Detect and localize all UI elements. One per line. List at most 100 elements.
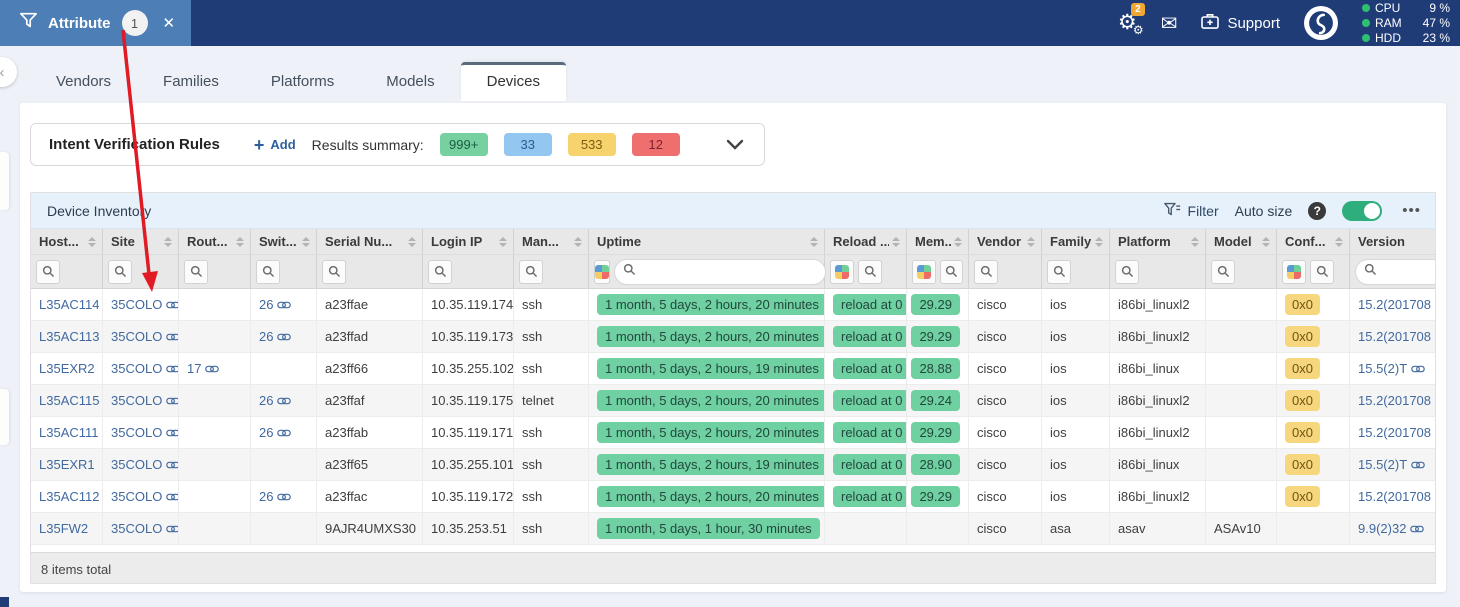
link-icon[interactable] [166,364,179,374]
host-filter-search-button[interactable] [36,260,60,284]
link-icon[interactable] [166,524,179,534]
filter-button[interactable]: Filter [1164,202,1219,220]
site-cell[interactable]: 35COLO [103,481,179,512]
sort-icon[interactable] [236,237,244,247]
host-cell[interactable]: L35AC111 [31,417,103,448]
family-filter-search-button[interactable] [1047,260,1071,284]
column-header-login-ip[interactable]: Login IP [423,229,514,254]
version-cell[interactable]: 15.2(201708 [1350,385,1436,416]
column-header-routing[interactable]: Rout... [179,229,251,254]
user-avatar[interactable] [1304,6,1338,40]
switching-cell[interactable]: 26 [251,417,317,448]
cell-link[interactable]: 26 [259,425,273,440]
host-cell[interactable]: L35AC113 [31,321,103,352]
column-header-memory[interactable]: Mem... [907,229,969,254]
cell-link[interactable]: 15.2(201708 [1358,329,1431,344]
summary-badge[interactable]: 533 [568,133,616,156]
cell-link[interactable]: 26 [259,329,273,344]
column-header-switching[interactable]: Swit... [251,229,317,254]
vendor-filter-search-button[interactable] [974,260,998,284]
chevron-down-icon[interactable] [726,139,744,150]
host-cell[interactable]: L35EXR1 [31,449,103,480]
switching-cell[interactable]: 26 [251,481,317,512]
site-filter-search-button[interactable] [108,260,132,284]
cell-link[interactable]: 26 [259,489,273,504]
config-filter-search-button[interactable] [1310,260,1334,284]
platform-filter-search-button[interactable] [1115,260,1139,284]
column-header-host[interactable]: Host... [31,229,103,254]
cell-link[interactable]: 15.2(201708 [1358,393,1431,408]
link-icon[interactable] [166,428,179,438]
link-icon[interactable] [277,332,291,342]
link-icon[interactable] [1411,364,1425,374]
host-cell[interactable]: L35EXR2 [31,353,103,384]
column-header-site[interactable]: Site [103,229,179,254]
cell-link[interactable]: 35COLO [111,297,162,312]
sort-icon[interactable] [954,237,962,247]
cell-link[interactable]: L35AC111 [39,425,99,440]
link-icon[interactable] [277,492,291,502]
settings-button[interactable]: ⚙ ⚙ 2 [1118,12,1137,34]
routing-filter-search-button[interactable] [184,260,208,284]
link-icon[interactable] [166,396,179,406]
version-cell[interactable]: 15.2(201708 [1350,321,1436,352]
cell-link[interactable]: 35COLO [111,457,162,472]
column-header-serial[interactable]: Serial Nu... [317,229,423,254]
cell-link[interactable]: 17 [187,361,201,376]
sort-icon[interactable] [408,237,416,247]
cell-link[interactable]: L35EXR1 [39,457,95,472]
tab-vendors[interactable]: Vendors [30,62,137,101]
cell-link[interactable]: L35AC114 [39,297,99,312]
cell-link[interactable]: 15.2(201708 [1358,425,1431,440]
help-icon[interactable]: ? [1308,202,1326,220]
link-icon[interactable] [166,492,179,502]
cell-link[interactable]: 35COLO [111,393,162,408]
serial-filter-search-button[interactable] [322,260,346,284]
cell-link[interactable]: 9.9(2)32 [1358,521,1406,536]
summary-badge[interactable]: 12 [632,133,680,156]
tab-platforms[interactable]: Platforms [245,62,360,101]
cell-link[interactable]: 26 [259,297,273,312]
sort-icon[interactable] [574,237,582,247]
cell-link[interactable]: 15.2(201708 [1358,297,1431,312]
config-color-filter-button[interactable] [1282,260,1306,284]
sort-icon[interactable] [164,237,172,247]
host-cell[interactable]: L35AC112 [31,481,103,512]
sort-icon[interactable] [1191,237,1199,247]
version-cell[interactable]: 15.2(201708 [1350,289,1436,320]
summary-badge[interactable]: 999+ [440,133,488,156]
tab-families[interactable]: Families [137,62,245,101]
memory-filter-search-button[interactable] [940,260,964,284]
sort-icon[interactable] [1027,237,1035,247]
reload-color-filter-button[interactable] [830,260,854,284]
cell-link[interactable]: 35COLO [111,489,162,504]
switching-cell[interactable]: 26 [251,385,317,416]
sort-icon[interactable] [1262,237,1270,247]
summary-badge[interactable]: 33 [504,133,552,156]
switching-filter-search-button[interactable] [256,260,280,284]
uptime-color-filter-button[interactable] [594,260,610,284]
link-icon[interactable] [277,428,291,438]
link-icon[interactable] [277,300,291,310]
sort-icon[interactable] [1335,237,1343,247]
link-icon[interactable] [1410,524,1424,534]
version-cell[interactable]: 15.2(201708 [1350,417,1436,448]
site-cell[interactable]: 35COLO [103,417,179,448]
host-cell[interactable]: L35AC114 [31,289,103,320]
site-cell[interactable]: 35COLO [103,385,179,416]
memory-color-filter-button[interactable] [912,260,936,284]
cell-link[interactable]: 15.5(2)T [1358,457,1407,472]
link-icon[interactable] [166,300,179,310]
version-cell[interactable]: 9.9(2)32 [1350,513,1436,544]
site-cell[interactable]: 35COLO [103,513,179,544]
switching-cell[interactable]: 26 [251,321,317,352]
link-icon[interactable] [205,364,219,374]
sort-icon[interactable] [88,237,96,247]
sort-icon[interactable] [892,237,900,247]
link-icon[interactable] [166,332,179,342]
host-cell[interactable]: L35FW2 [31,513,103,544]
site-cell[interactable]: 35COLO [103,353,179,384]
login-ip-filter-search-button[interactable] [428,260,452,284]
column-header-vendor[interactable]: Vendor [969,229,1042,254]
support-button[interactable]: Support [1201,13,1280,33]
